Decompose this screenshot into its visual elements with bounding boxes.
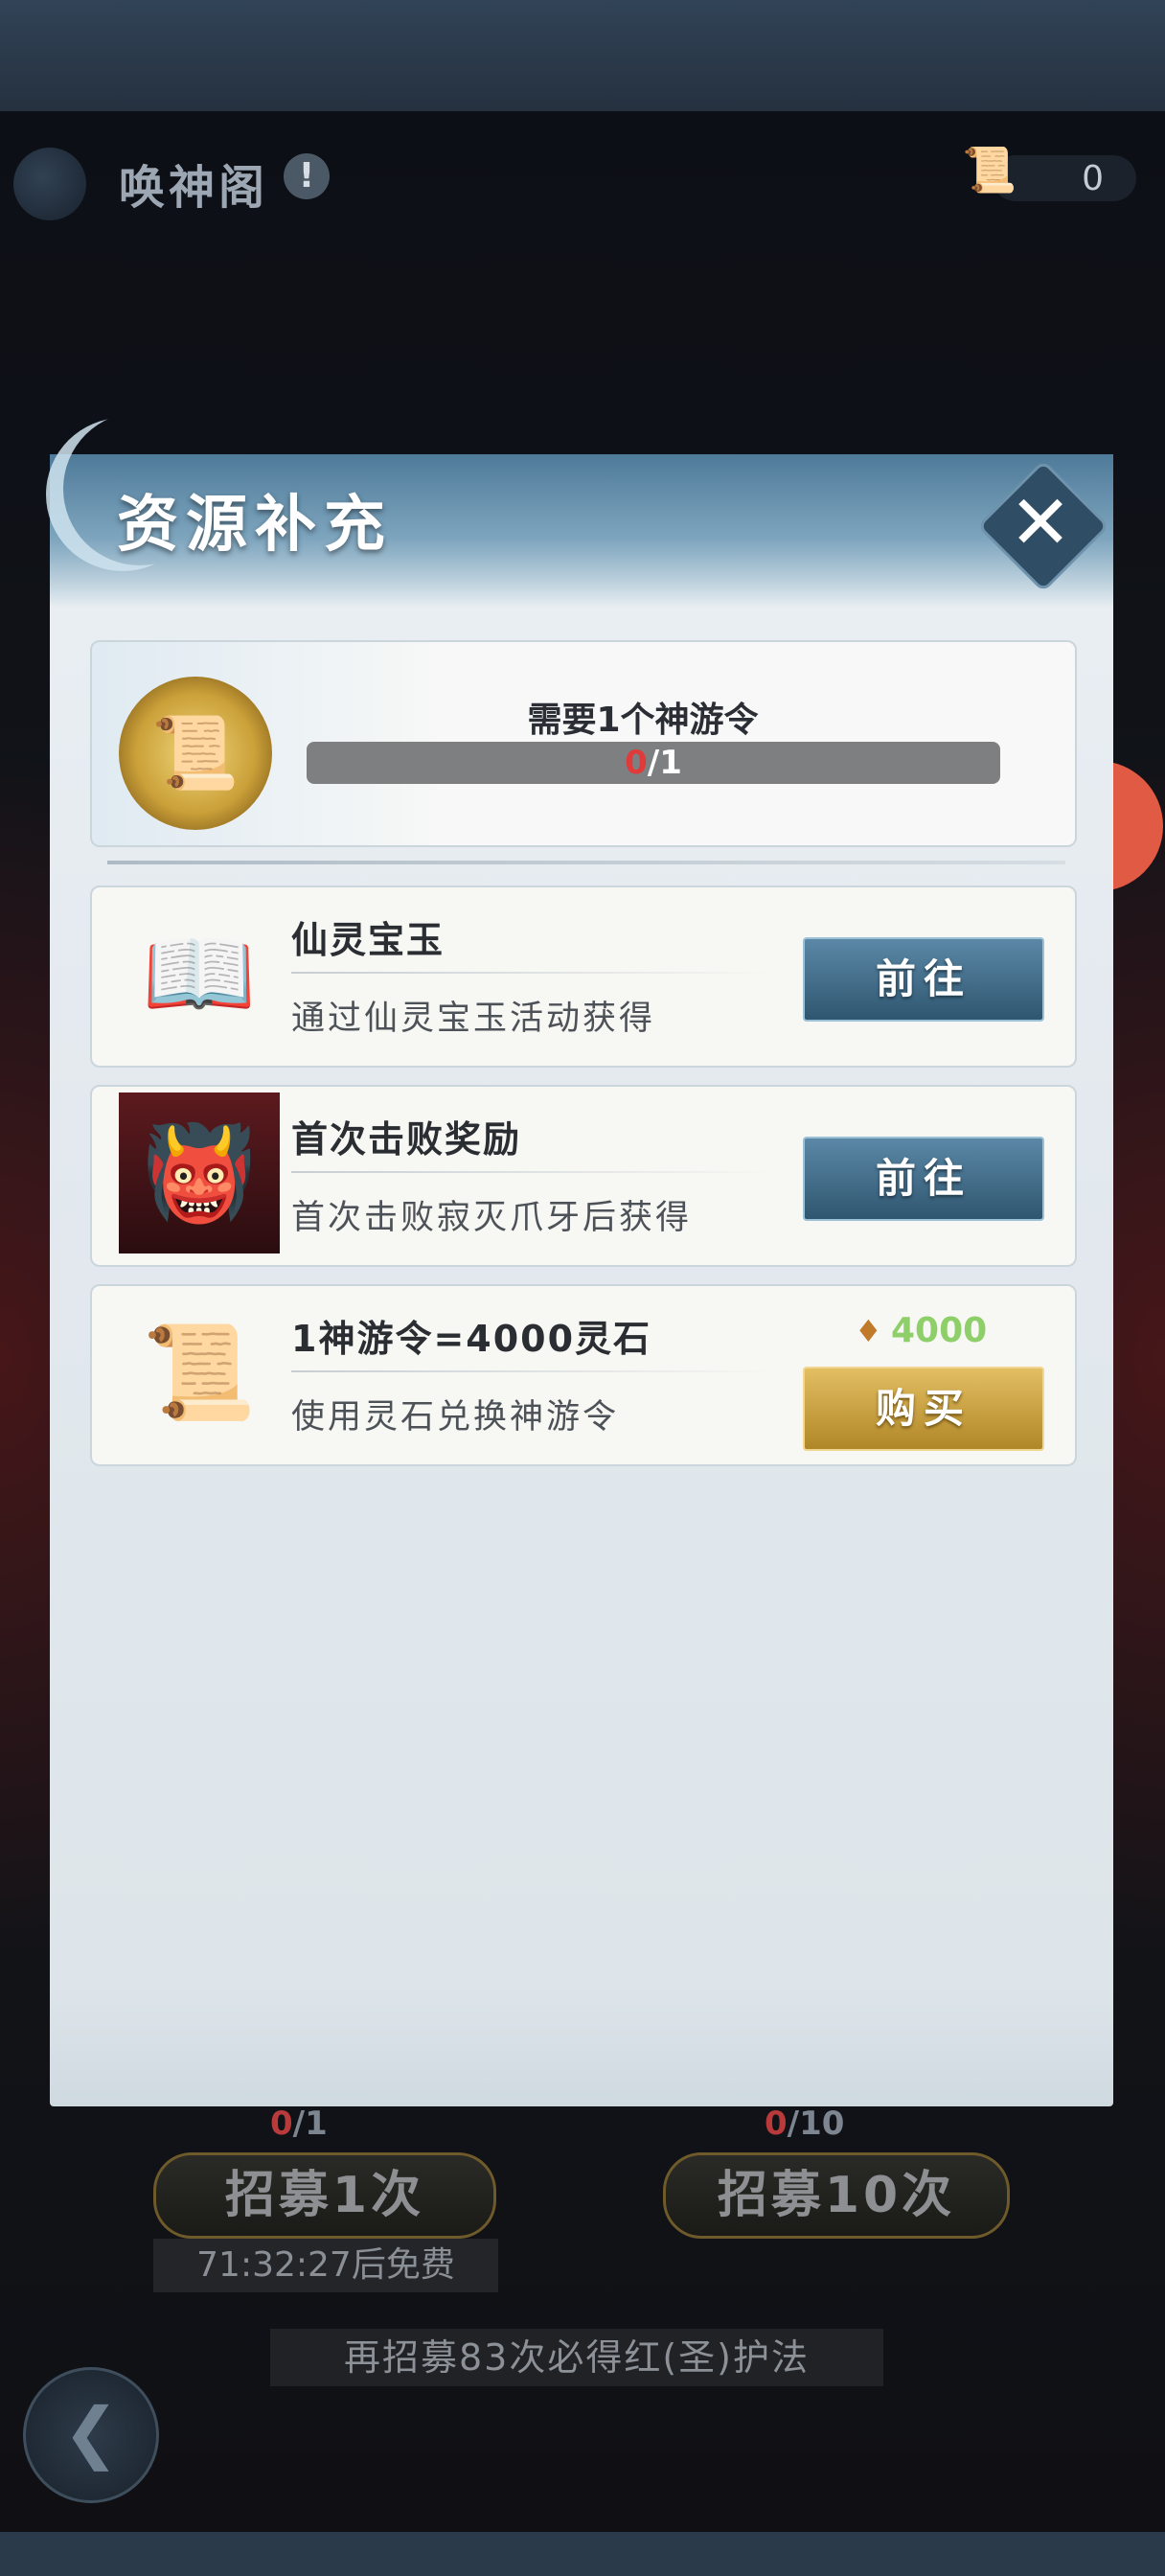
- resource-supplement-dialog: 资源补充 ✕ 📜 需要1个神游令 0/1 📖 仙灵宝玉 通过仙灵宝玉活动获得 前…: [50, 454, 1113, 2106]
- source-title: 首次击败奖励: [291, 1118, 522, 1161]
- token-icon: 📜: [150, 712, 240, 794]
- spirit-stone-icon: ♦: [855, 1313, 882, 1349]
- recruit-ten-button[interactable]: 招募10次: [663, 2152, 1010, 2239]
- divider: [107, 861, 1065, 864]
- top-status-bar: [0, 0, 1165, 111]
- scroll-icon: 📖: [142, 919, 257, 1027]
- close-icon[interactable]: ✕: [996, 479, 1085, 567]
- source-description: 首次击败寂灭爪牙后获得: [291, 1199, 693, 1237]
- source-description: 使用灵石兑换神游令: [291, 1398, 620, 1437]
- free-timer: 71:32:27后免费: [153, 2239, 498, 2292]
- row-divider: [291, 972, 770, 974]
- back-button[interactable]: ❮: [23, 2367, 159, 2503]
- token-icon: 📜: [142, 1318, 257, 1426]
- info-icon[interactable]: !: [284, 153, 330, 199]
- requirement-label: 需要1个神游令: [527, 701, 759, 740]
- requirement-progress-text: 0/1: [625, 744, 682, 782]
- hall-logo-icon: [13, 148, 86, 220]
- buy-button[interactable]: 购买: [803, 1367, 1044, 1451]
- currency-value: 0: [1082, 159, 1104, 198]
- single-recruit-count: 0/1: [270, 2104, 328, 2143]
- recruit-once-button[interactable]: 招募1次: [153, 2152, 496, 2239]
- row-divider: [291, 1370, 770, 1372]
- ten-recruit-count: 0/10: [765, 2104, 845, 2143]
- token-currency-icon: 📜: [962, 144, 1017, 196]
- source-title: 仙灵宝玉: [291, 919, 445, 961]
- row-divider: [291, 1171, 770, 1173]
- dialog-title: 资源补充: [117, 490, 393, 561]
- demon-portrait-icon: 👹: [119, 1092, 280, 1254]
- source-description: 通过仙灵宝玉活动获得: [291, 1000, 656, 1038]
- hall-title: 唤神阁: [119, 161, 269, 215]
- go-button[interactable]: 前往: [803, 1137, 1044, 1221]
- guarantee-text: 再招募83次必得红(圣)护法: [270, 2329, 883, 2386]
- bottom-nav-bar: [0, 2532, 1165, 2576]
- source-title: 1神游令=4000灵石: [291, 1318, 652, 1360]
- go-button[interactable]: 前往: [803, 937, 1044, 1022]
- price-value: 4000: [891, 1311, 988, 1350]
